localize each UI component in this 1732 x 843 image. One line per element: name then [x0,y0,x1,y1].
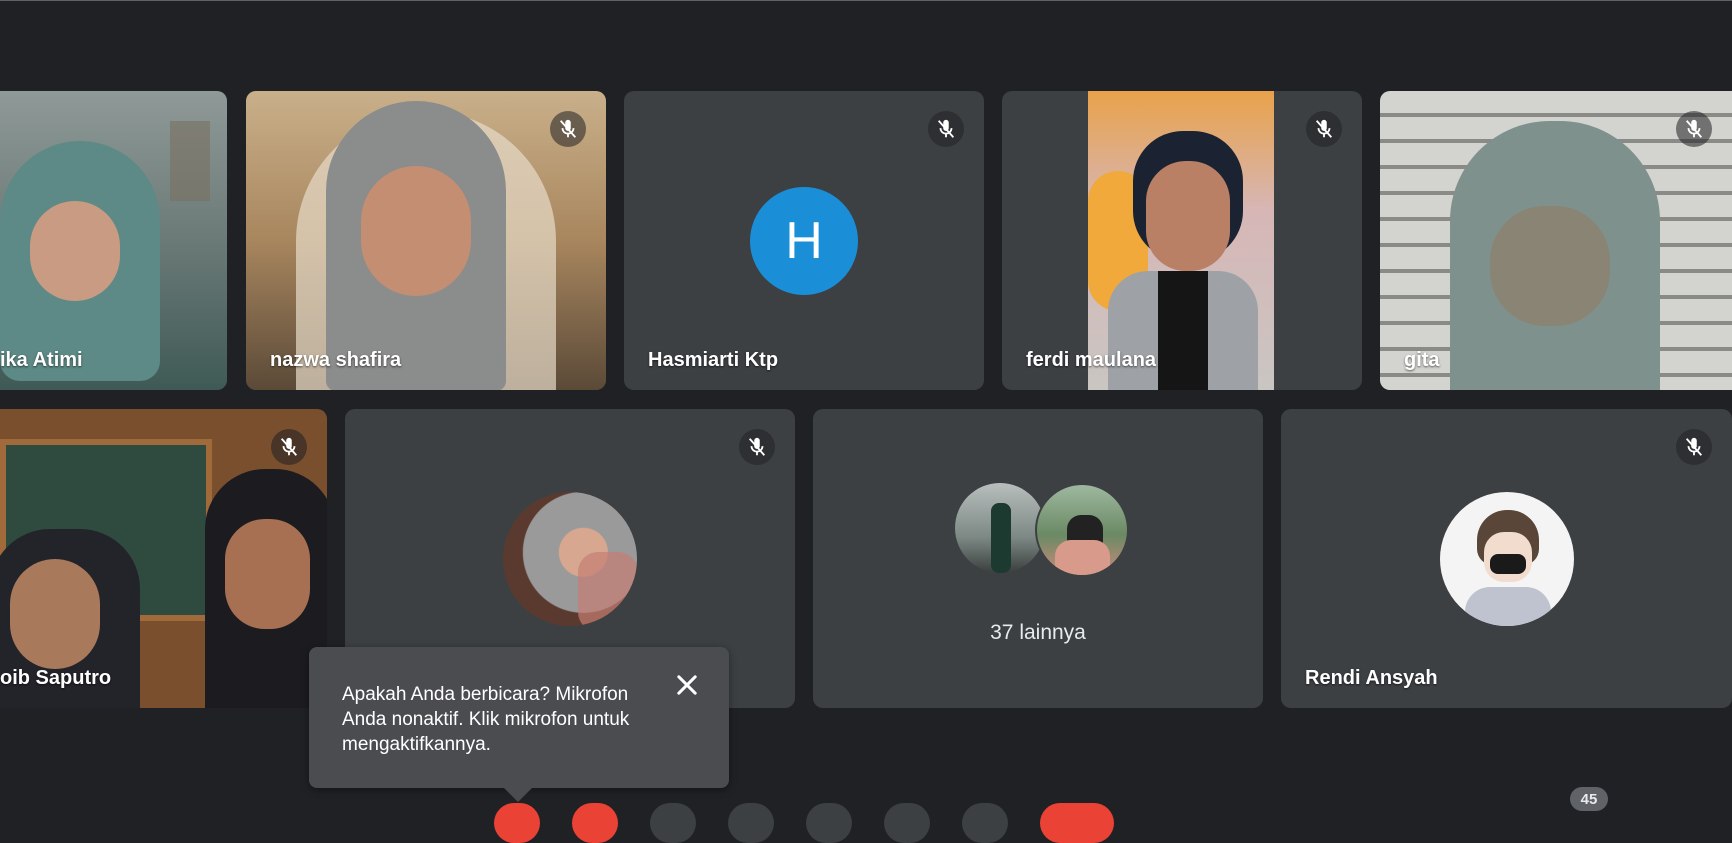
mic-off-icon [739,429,775,465]
participant-tile-gita[interactable]: gita [1380,91,1732,390]
camera-feed [1088,91,1274,390]
avatar [1035,483,1129,577]
participant-tile-rendi-ansyah[interactable]: Rendi Ansyah [1281,409,1732,708]
participant-name: gita [1404,349,1440,371]
more-options-button[interactable] [962,803,1008,843]
participant-name: ika Atimi [0,349,83,371]
mic-muted-toast: Apakah Anda berbicara? Mikrofon Anda non… [309,647,729,802]
camera-button[interactable] [572,803,618,843]
participant-name: Rendi Ansyah [1305,667,1438,689]
participant-name: Hasmiarti Ktp [648,349,779,371]
participant-tile-others[interactable]: 37 lainnya [813,409,1263,708]
reactions-button[interactable] [884,803,930,843]
mic-off-icon [928,111,964,147]
present-button[interactable] [806,803,852,843]
participant-tile-saputro[interactable]: oib Saputro [0,409,327,708]
participant-tile-ika-atimi[interactable]: ika Atimi [0,91,227,390]
mic-off-icon [271,429,307,465]
raise-hand-button[interactable] [728,803,774,843]
top-border [0,0,1732,1]
participant-tile-nazwa-shafira[interactable]: nazwa shafira [246,91,606,390]
toast-pointer [504,788,532,802]
avatar [955,483,1045,573]
mic-off-icon [550,111,586,147]
mic-off-icon [1676,111,1712,147]
avatar [1439,491,1574,626]
avatar [503,491,637,626]
others-count: 37 lainnya [990,621,1086,644]
end-call-button[interactable] [1040,803,1114,843]
captions-button[interactable] [650,803,696,843]
participant-name: oib Saputro [0,667,112,689]
camera-feed [0,91,227,390]
mic-off-icon [1676,429,1712,465]
mic-off-icon [1306,111,1342,147]
participant-tile-hasmiarti-ktp[interactable]: H Hasmiarti Ktp [624,91,984,390]
participant-tile-ferdi-maulana[interactable]: ferdi maulana [1002,91,1362,390]
mic-button[interactable] [494,803,540,843]
participant-count-badge: 45 [1570,787,1608,811]
avatar: H [750,186,858,295]
close-icon[interactable] [669,667,705,703]
participant-name: ferdi maulana [1026,349,1157,371]
toast-message: Apakah Anda berbicara? Mikrofon Anda non… [342,684,630,755]
participant-name: nazwa shafira [270,349,402,371]
